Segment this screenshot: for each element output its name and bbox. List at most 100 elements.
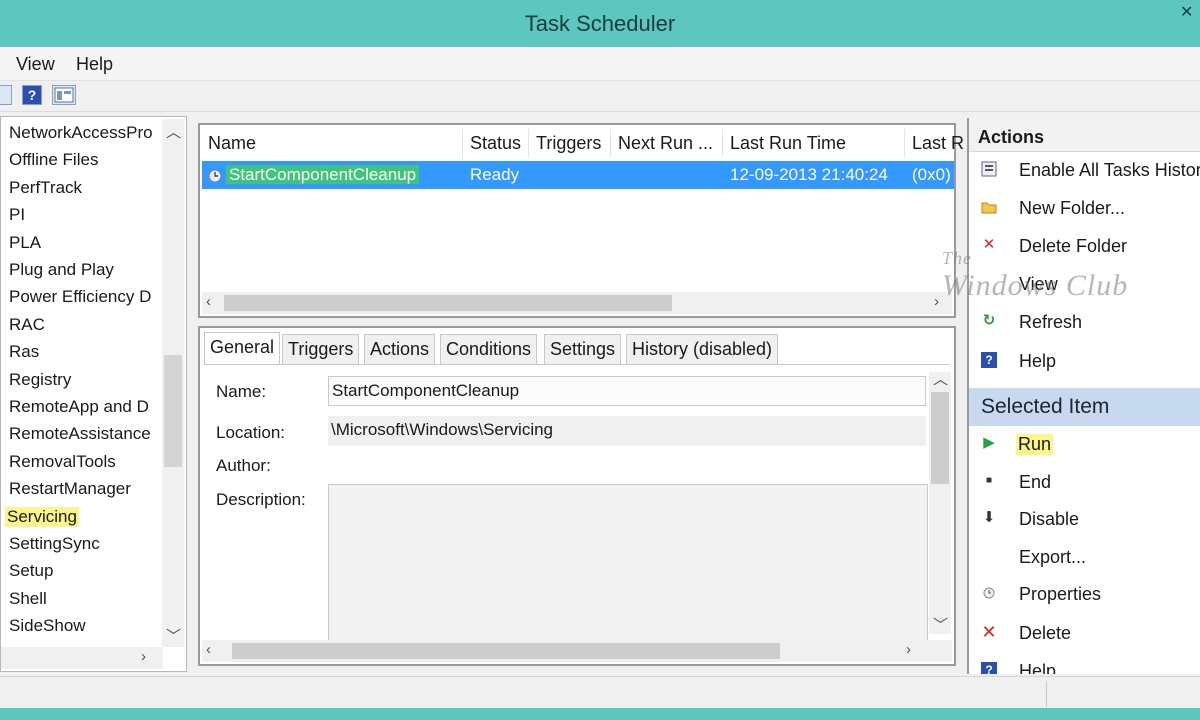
play-icon: ▶: [983, 434, 995, 451]
tree-item[interactable]: Shell: [9, 589, 47, 609]
tree-item[interactable]: PI: [9, 205, 25, 225]
stop-icon: ■: [985, 475, 993, 486]
task-last-run: 12-09-2013 21:40:24: [730, 165, 888, 184]
tree-item[interactable]: Power Efficiency D: [9, 287, 151, 307]
help-icon: ?: [981, 352, 997, 368]
column-name[interactable]: Name: [208, 133, 256, 154]
status-bar: [0, 676, 1200, 709]
menu-view[interactable]: View: [16, 54, 55, 75]
tree-item[interactable]: RemovalTools: [9, 452, 116, 472]
task-detail-pane: General Triggers Actions Conditions Sett…: [198, 326, 956, 666]
description-label: Description:: [216, 490, 306, 509]
actions-header: Actions: [969, 118, 1200, 152]
scroll-right-icon[interactable]: ›: [934, 293, 939, 310]
clock-icon: [208, 168, 222, 188]
close-icon[interactable]: ✕: [1180, 5, 1194, 21]
tree-item[interactable]: PerfTrack: [9, 178, 82, 198]
column-last-result[interactable]: Last R: [912, 133, 964, 154]
selected-item-header: Selected Item: [969, 388, 1200, 426]
tab-general[interactable]: General: [204, 332, 281, 364]
detail-vertical-scrollbar[interactable]: ︿ ﹀: [929, 371, 951, 635]
name-label: Name:: [216, 382, 267, 401]
tree-horizontal-scrollbar[interactable]: ›: [1, 647, 163, 669]
toolbar-view-icon[interactable]: [52, 85, 76, 105]
action-disable[interactable]: ⬇ Disable: [969, 503, 1200, 535]
task-list[interactable]: Name Status Triggers Next Run ... Last R…: [198, 123, 964, 318]
task-last-result: (0x0): [912, 165, 951, 184]
column-triggers[interactable]: Triggers: [536, 133, 601, 154]
tab-triggers[interactable]: Triggers: [282, 334, 360, 364]
action-enable-history[interactable]: Enable All Tasks History: [969, 154, 1200, 186]
column-status[interactable]: Status: [470, 133, 521, 154]
scroll-right-icon[interactable]: ›: [906, 641, 911, 658]
action-end[interactable]: ■ End: [969, 466, 1200, 498]
scroll-left-icon[interactable]: ‹: [206, 293, 211, 310]
action-new-folder[interactable]: New Folder...: [969, 192, 1200, 224]
tree-item[interactable]: SideShow: [9, 616, 86, 636]
action-refresh[interactable]: ↻ Refresh: [969, 306, 1200, 338]
toolbar: ?: [0, 81, 1200, 112]
column-last-run-time[interactable]: Last Run Time: [730, 133, 846, 154]
scroll-down-icon[interactable]: ﹀: [933, 614, 948, 635]
detail-scroll-thumb[interactable]: [931, 392, 949, 484]
location-label: Location:: [216, 423, 285, 442]
tree-item[interactable]: NetworkAccessPro: [9, 123, 153, 143]
tasklist-horizontal-scrollbar[interactable]: ‹ ›: [202, 292, 952, 314]
title-bar: Task Scheduler ✕: [0, 0, 1200, 47]
window-title: Task Scheduler: [524, 11, 676, 36]
tree-item[interactable]: SettingSync: [9, 534, 100, 554]
tree-item[interactable]: Ras: [9, 342, 39, 362]
author-label: Author:: [216, 456, 271, 475]
folder-icon: [981, 199, 997, 215]
task-name: StartComponentCleanup: [226, 165, 420, 184]
tab-conditions[interactable]: Conditions: [440, 334, 538, 364]
tree-item[interactable]: RestartManager: [9, 479, 131, 499]
menu-help[interactable]: Help: [76, 54, 113, 75]
help-icon: ?: [981, 662, 997, 674]
detail-horizontal-scrollbar[interactable]: ‹ ›: [202, 640, 952, 662]
actions-pane: Actions Enable All Tasks History New Fol…: [967, 118, 1200, 674]
tree-item[interactable]: PLA: [9, 233, 41, 253]
folder-tree[interactable]: NetworkAccessPro Offline Files PerfTrack PI…: [0, 116, 187, 672]
tree-item[interactable]: Offline Files: [9, 150, 98, 170]
column-next-run[interactable]: Next Run ...: [618, 133, 713, 154]
menu-bar: View Help: [0, 47, 1200, 81]
tree-item[interactable]: RemoteAssistance: [9, 424, 151, 444]
action-properties[interactable]: Properties: [969, 578, 1200, 610]
tasklist-scroll-thumb[interactable]: [224, 295, 672, 311]
help-icon[interactable]: ?: [22, 85, 42, 105]
properties-icon: [981, 585, 997, 601]
tab-history[interactable]: History (disabled): [626, 334, 779, 364]
detail-scroll-thumb-horizontal[interactable]: [232, 643, 780, 659]
scroll-up-icon[interactable]: ︿: [933, 368, 948, 389]
tab-settings[interactable]: Settings: [544, 334, 622, 364]
scroll-right-icon[interactable]: ›: [141, 648, 146, 665]
tab-actions[interactable]: Actions: [364, 334, 436, 364]
action-help[interactable]: ? Help: [969, 345, 1200, 377]
toolbar-folder-icon[interactable]: [0, 85, 12, 105]
scroll-down-icon[interactable]: ﹀: [166, 625, 181, 646]
description-field[interactable]: [328, 484, 928, 654]
action-run[interactable]: ▶ Run: [969, 428, 1200, 460]
refresh-icon: ↻: [982, 312, 996, 329]
tree-item[interactable]: RAC: [9, 315, 45, 335]
delete-x-icon: ✕: [981, 622, 997, 642]
scroll-left-icon[interactable]: ‹: [206, 641, 211, 658]
down-arrow-icon: ⬇: [982, 509, 996, 526]
name-field[interactable]: StartComponentCleanup: [328, 376, 926, 406]
tree-item[interactable]: Setup: [9, 561, 53, 581]
history-icon: [981, 161, 997, 177]
action-help-selected[interactable]: ? Help: [969, 655, 1200, 674]
action-export[interactable]: Export...: [969, 541, 1200, 573]
tree-vertical-scrollbar[interactable]: ︿ ﹀: [162, 119, 184, 647]
tree-scroll-thumb[interactable]: [164, 355, 182, 467]
tree-item[interactable]: Plug and Play: [9, 260, 114, 280]
tree-item[interactable]: RemoteApp and D: [9, 397, 149, 417]
tree-item[interactable]: Registry: [9, 370, 71, 390]
action-delete[interactable]: ✕ Delete: [969, 617, 1200, 649]
scroll-up-icon[interactable]: ︿: [166, 121, 181, 142]
watermark: The Windows Club: [942, 248, 1129, 302]
table-row[interactable]: StartComponentCleanup Ready 12-09-2013 2…: [202, 161, 954, 189]
task-status: Ready: [470, 165, 520, 184]
tree-item[interactable]: Servicing: [5, 506, 79, 527]
